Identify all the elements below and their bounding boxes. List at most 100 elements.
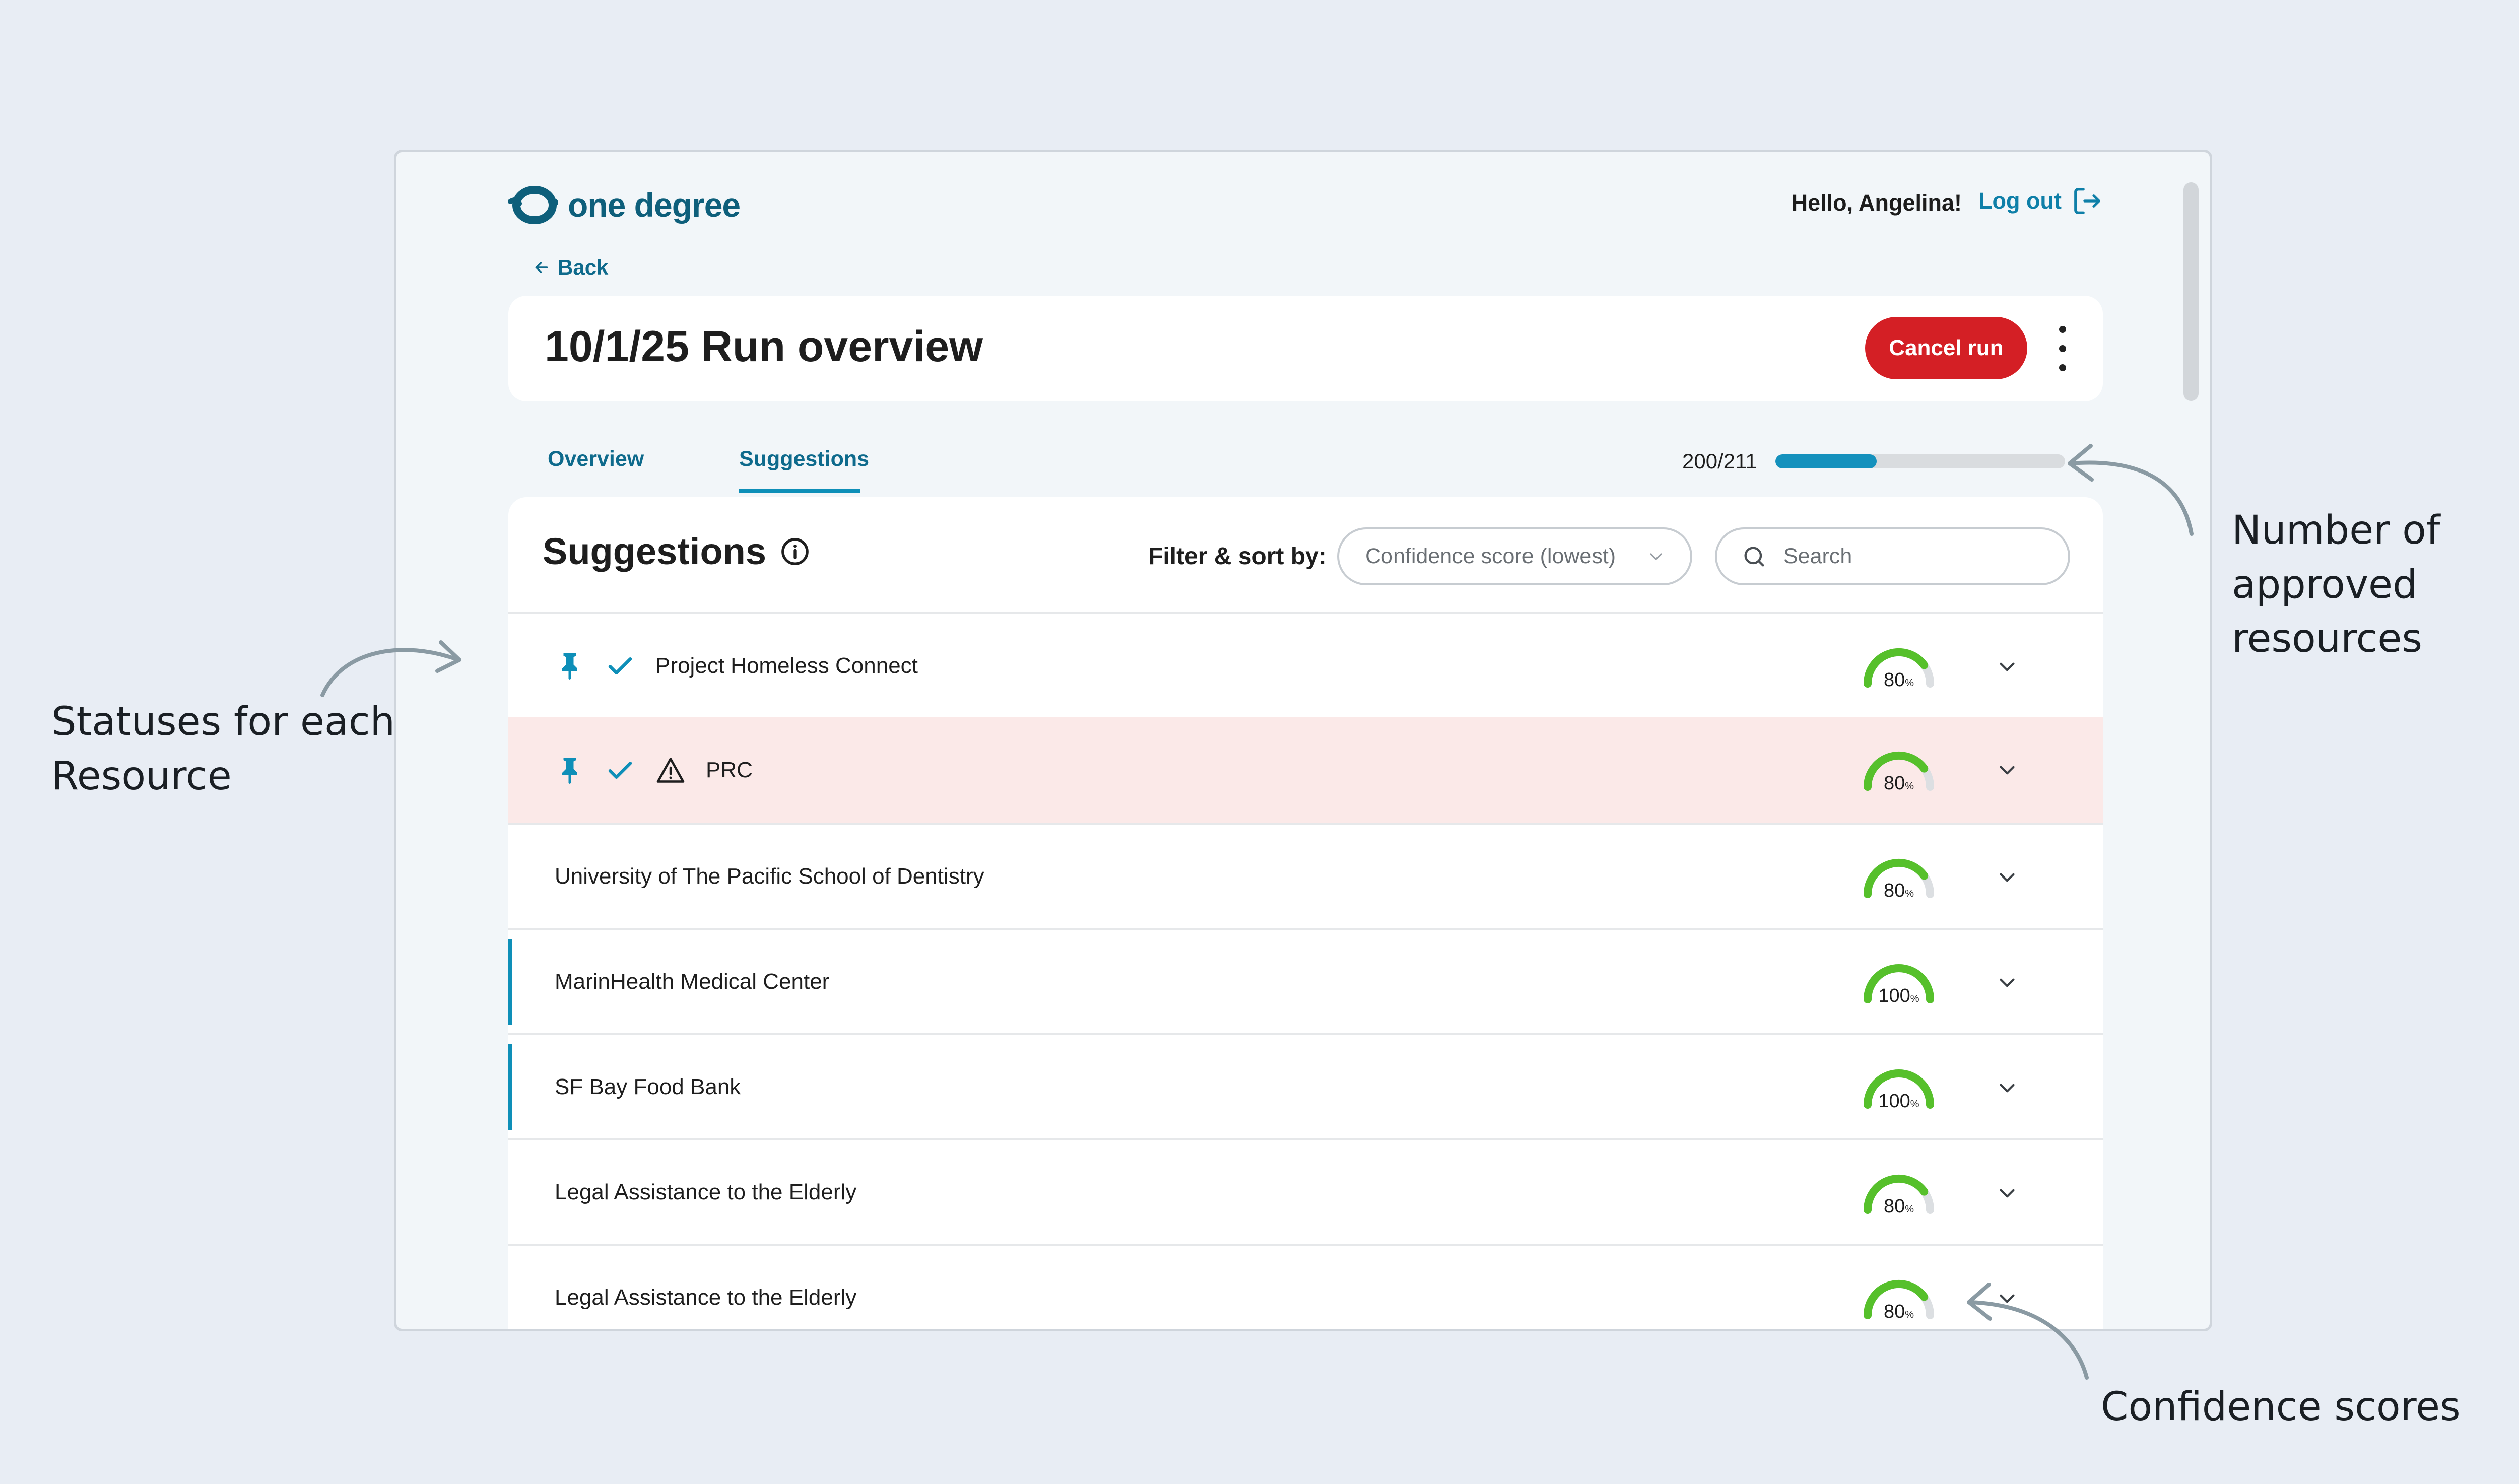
annotation-arrow-approved <box>2068 444 2194 536</box>
percent-sign: % <box>1910 1099 1919 1110</box>
logout-button[interactable]: Log out <box>1978 185 2103 217</box>
confidence-score-value: 100 <box>1878 1091 1910 1112</box>
percent-sign: % <box>1905 678 1914 689</box>
confidence-score-value: 80 <box>1883 669 1905 691</box>
suggestion-row[interactable]: Project Homeless Connect 80% <box>508 612 2103 717</box>
confidence-score-value: 80 <box>1883 1196 1905 1217</box>
suggestion-row-content: SF Bay Food Bank <box>555 1035 741 1138</box>
confidence-score: 80% <box>1859 1301 1939 1323</box>
suggestion-name: Project Homeless Connect <box>655 653 918 678</box>
confidence-score: 80% <box>1859 669 1939 691</box>
approved-count: 200/211 <box>1682 449 1757 473</box>
annotation-approved-line2: resources <box>2232 616 2423 662</box>
confidence-score: 80% <box>1859 1196 1939 1218</box>
back-link[interactable]: Back <box>533 255 608 280</box>
suggestion-row[interactable]: MarinHealth Medical Center 100% <box>508 928 2103 1033</box>
warning-icon <box>655 755 686 785</box>
back-label: Back <box>558 255 609 279</box>
confidence-score: 100% <box>1859 985 1939 1007</box>
chevron-down-icon[interactable] <box>1995 654 2020 680</box>
logout-label: Log out <box>1978 188 2062 214</box>
percent-sign: % <box>1905 1204 1914 1215</box>
confidence-gauge: 80% <box>1859 1166 1939 1221</box>
chevron-down-icon[interactable] <box>1995 758 2020 783</box>
tab-overview[interactable]: Overview <box>548 447 644 471</box>
suggestion-name: SF Bay Food Bank <box>555 1074 741 1099</box>
percent-sign: % <box>1905 1309 1914 1320</box>
suggestion-row-content: University of The Pacific School of Dent… <box>555 825 984 928</box>
suggestions-title: Suggestions <box>543 530 767 572</box>
pin-icon[interactable] <box>555 755 585 785</box>
percent-sign: % <box>1905 888 1914 899</box>
annotation-approved-line1: Number of approved <box>2232 508 2440 608</box>
logo[interactable]: one degree <box>508 182 741 228</box>
filter-sort-select[interactable]: Confidence score (lowest) <box>1337 527 1692 585</box>
confidence-score: 80% <box>1859 880 1939 902</box>
app-window: one degree Hello, Angelina! Log out Back… <box>394 150 2212 1331</box>
suggestion-row[interactable]: Legal Assistance to the Elderly 80% <box>508 1244 2103 1329</box>
confidence-score-value: 100 <box>1878 985 1910 1006</box>
suggestion-row-content: Legal Assistance to the Elderly <box>555 1246 857 1329</box>
search-field[interactable] <box>1715 527 2070 585</box>
suggestions-heading: Suggestions <box>543 530 810 573</box>
logout-icon <box>2074 188 2100 214</box>
annotation-arrow-statuses <box>320 640 461 697</box>
annotation-confidence: Confidence scores <box>2101 1380 2461 1435</box>
chevron-down-icon[interactable] <box>1995 1181 2020 1206</box>
chevron-down-icon[interactable] <box>1995 1075 2020 1101</box>
confidence-score-value: 80 <box>1883 773 1905 794</box>
suggestion-name: MarinHealth Medical Center <box>555 969 830 994</box>
suggestion-name: Legal Assistance to the Elderly <box>555 1179 857 1204</box>
suggestion-name: Legal Assistance to the Elderly <box>555 1285 857 1310</box>
page-title: 10/1/25 Run overview <box>545 322 983 371</box>
annotation-statuses-line2: Resource <box>51 753 232 799</box>
annotation-arrow-confidence <box>1967 1283 2089 1380</box>
scrollbar-thumb[interactable] <box>2183 182 2199 401</box>
confidence-gauge: 80% <box>1859 850 1939 905</box>
suggestion-row[interactable]: University of The Pacific School of Dent… <box>508 823 2103 928</box>
confidence-score-value: 80 <box>1883 880 1905 901</box>
annotation-statuses: Statuses for each Resource <box>51 695 395 803</box>
chevron-down-icon[interactable] <box>1995 970 2020 995</box>
approval-progress-fill <box>1775 454 1877 468</box>
run-header-card: 10/1/25 Run overview Cancel run <box>508 296 2103 401</box>
suggestion-row[interactable]: Legal Assistance to the Elderly 80% <box>508 1138 2103 1244</box>
confidence-gauge: 80% <box>1859 639 1939 695</box>
suggestion-row-content: MarinHealth Medical Center <box>555 930 829 1033</box>
confidence-score-value: 80 <box>1883 1301 1905 1322</box>
more-options-icon[interactable] <box>2050 326 2075 371</box>
approval-progress-bar <box>1775 454 2065 468</box>
suggestions-list: Project Homeless Connect 80% PRC 80% Univers… <box>508 612 2103 1329</box>
active-tab-indicator <box>739 489 860 493</box>
confidence-gauge: 100% <box>1859 1060 1939 1116</box>
annotation-approved: Number of approved resources <box>2232 504 2519 666</box>
check-icon <box>605 755 635 785</box>
arrow-left-icon <box>535 262 548 273</box>
suggestion-row-content: PRC <box>555 717 753 823</box>
pin-icon[interactable] <box>555 651 585 681</box>
logo-text: one degree <box>568 186 741 224</box>
user-greeting: Hello, Angelina! <box>1791 190 1962 216</box>
info-icon[interactable] <box>780 537 810 566</box>
percent-sign: % <box>1905 781 1914 792</box>
filter-label: Filter & sort by: <box>1148 543 1327 570</box>
suggestion-row-content: Legal Assistance to the Elderly <box>555 1140 856 1244</box>
chevron-down-icon[interactable] <box>1995 865 2020 890</box>
logo-icon <box>508 186 558 224</box>
cancel-run-button[interactable]: Cancel run <box>1865 317 2027 379</box>
confidence-score: 80% <box>1859 773 1939 794</box>
chevron-down-icon <box>1650 553 1662 560</box>
annotation-confidence-label: Confidence scores <box>2101 1384 2461 1430</box>
filter-sort-value: Confidence score (lowest) <box>1365 544 1616 568</box>
suggestion-name: PRC <box>706 757 753 782</box>
confidence-gauge: 80% <box>1859 1271 1939 1326</box>
suggestion-row[interactable]: PRC 80% <box>508 717 2103 823</box>
tab-suggestions[interactable]: Suggestions <box>739 447 869 471</box>
percent-sign: % <box>1910 993 1919 1004</box>
suggestion-row[interactable]: SF Bay Food Bank 100% <box>508 1033 2103 1138</box>
confidence-score: 100% <box>1859 1091 1939 1112</box>
scrollbar[interactable] <box>2183 182 2199 1291</box>
search-input[interactable] <box>1782 544 2036 569</box>
confidence-gauge: 80% <box>1859 743 1939 798</box>
confidence-gauge: 100% <box>1859 955 1939 1010</box>
